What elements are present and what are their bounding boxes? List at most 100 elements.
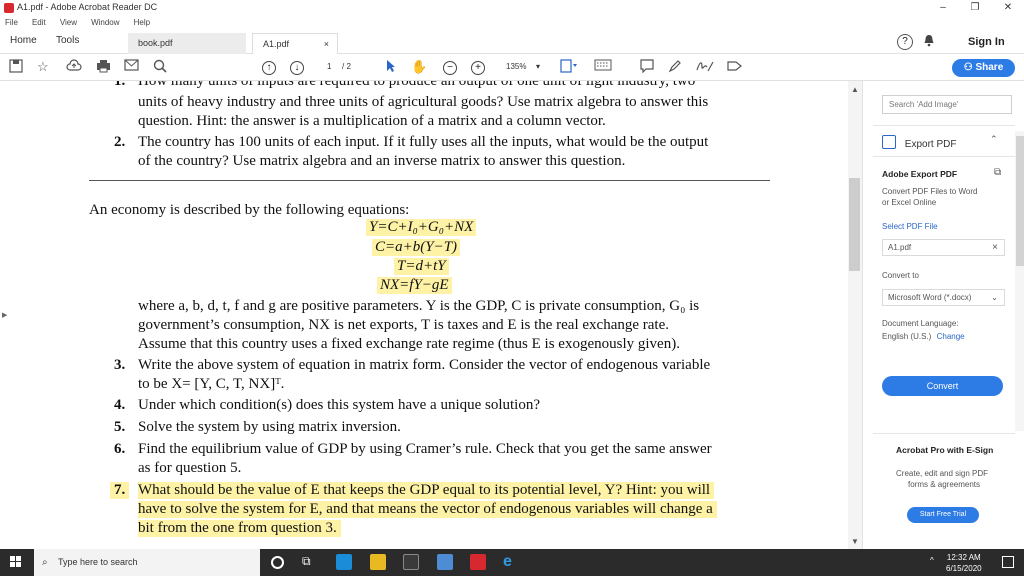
help-icon[interactable]: ? — [897, 34, 913, 50]
scroll-down-icon[interactable]: ▼ — [851, 537, 859, 546]
convert-to-label: Convert to — [882, 271, 919, 280]
task-view-icon[interactable]: ⧉ — [302, 554, 318, 570]
acrobat-app-icon — [4, 3, 14, 13]
email-icon[interactable] — [124, 59, 139, 74]
doc-line: of the country? Use matrix algebra and a… — [138, 153, 626, 169]
tab-book-pdf[interactable]: book.pdf — [128, 33, 246, 54]
find-search-icon[interactable] — [153, 59, 167, 76]
close-window-button[interactable]: ✕ — [993, 0, 1023, 16]
zoom-in-icon[interactable]: + — [471, 61, 485, 75]
selected-file: A1.pdf — [888, 243, 912, 252]
tab-label: A1.pdf — [263, 39, 290, 49]
document-scrollbar[interactable]: ▲ ▼ — [848, 81, 862, 549]
convert-button[interactable]: Convert — [882, 376, 1003, 396]
notification-bell-icon[interactable] — [923, 34, 935, 50]
menu-bar: File Edit View Window Help — [0, 16, 1024, 30]
item-number: 7. — [110, 482, 130, 499]
change-language-link[interactable]: Change — [937, 332, 965, 341]
tools-sidebar: Search 'Add Image' Export PDF ⌃ Adobe Ex… — [862, 81, 1024, 549]
highlight-pen-icon[interactable] — [668, 59, 682, 76]
menu-edit[interactable]: Edit — [32, 16, 46, 30]
left-collapse-arrow-icon[interactable]: ▶ — [2, 311, 7, 319]
collapse-chevron-icon[interactable]: ⌃ — [990, 134, 998, 145]
format-select[interactable]: Microsoft Word (*.docx) ⌄ — [882, 289, 1005, 306]
menu-window[interactable]: Window — [91, 16, 119, 30]
cortana-icon[interactable] — [271, 556, 284, 569]
comment-icon[interactable] — [640, 59, 654, 76]
tray-expand-icon[interactable]: ^ — [930, 556, 934, 565]
edge-browser-icon[interactable]: e — [503, 554, 519, 570]
minimize-button[interactable]: – — [928, 0, 958, 16]
store-icon[interactable] — [403, 554, 419, 570]
zoom-out-icon[interactable]: − — [443, 61, 457, 75]
clock[interactable]: 12:32 AM 6/15/2020 — [946, 552, 982, 574]
close-tab-icon[interactable]: × — [324, 34, 329, 54]
format-value: Microsoft Word (*.docx) — [888, 293, 972, 302]
more-tools-icon[interactable] — [726, 59, 742, 76]
para-line: Assume that this country uses a fixed ex… — [138, 336, 680, 352]
item-line: to be X= [Y, C, T, NX]ᵀ. — [138, 376, 285, 392]
doc-line: units of heavy industry and three units … — [138, 94, 709, 110]
remove-file-icon[interactable]: × — [992, 240, 998, 255]
pinned-app-icon[interactable] — [437, 554, 453, 570]
doc-language: English (U.S.) — [882, 332, 932, 341]
selected-file-field[interactable]: A1.pdf × — [882, 239, 1005, 256]
taskbar-search-placeholder: Type here to search — [58, 557, 138, 567]
select-pdf-label[interactable]: Select PDF File — [882, 222, 938, 231]
pro-desc: forms & agreements — [908, 480, 981, 489]
sidebar-scrollbar[interactable] — [1015, 131, 1024, 431]
zoom-level[interactable]: 135% — [506, 62, 526, 71]
scroll-up-icon[interactable]: ▲ — [851, 85, 859, 94]
print-icon[interactable] — [96, 59, 111, 76]
upload-cloud-icon[interactable] — [66, 59, 82, 76]
zoom-dropdown-icon[interactable]: ▾ — [536, 62, 540, 71]
keyboard-icon[interactable] — [594, 59, 612, 74]
item-line: Find the equilibrium value of GDP by usi… — [138, 441, 712, 457]
pro-desc: Create, edit and sign PDF — [896, 469, 989, 478]
tab-tools[interactable]: Tools — [56, 35, 79, 46]
file-explorer-icon[interactable] — [370, 554, 386, 570]
export-pdf-icon — [882, 135, 896, 149]
select-cursor-icon[interactable] — [386, 59, 396, 76]
menu-file[interactable]: File — [5, 16, 18, 30]
mail-app-icon[interactable] — [336, 554, 352, 570]
page-fit-icon[interactable] — [560, 59, 578, 76]
menu-help[interactable]: Help — [134, 16, 150, 30]
tab-label: book.pdf — [138, 38, 173, 48]
share-button[interactable]: ⚇ Share — [952, 59, 1015, 77]
menu-view[interactable]: View — [60, 16, 77, 30]
page-number-input[interactable]: 1 — [327, 62, 331, 71]
toolbar: ☆ ↑ ↓ 1 / 2 ✋ − + 135% ▾ — [0, 55, 1024, 81]
acrobat-taskbar-icon[interactable] — [470, 554, 486, 570]
item-number: 1. — [114, 81, 126, 89]
share-label: Share — [975, 62, 1004, 73]
tab-bar: Home Tools book.pdf A1.pdf × — [0, 30, 1024, 54]
save-icon[interactable] — [9, 59, 23, 76]
bookmark-star-icon[interactable]: ☆ — [37, 59, 49, 75]
time: 12:32 AM — [946, 553, 981, 562]
taskbar-search-input[interactable]: ⌕ Type here to search — [34, 549, 260, 576]
panel-desc: Convert PDF Files to Word — [882, 187, 978, 196]
item-line: Under which condition(s) does this syste… — [138, 397, 541, 413]
doc-line: The country has 100 units of each input.… — [138, 134, 709, 150]
previous-page-icon[interactable]: ↑ — [262, 61, 276, 75]
export-pdf-header[interactable]: Export PDF — [882, 133, 956, 150]
item-line: as for question 5. — [138, 460, 242, 476]
next-page-icon[interactable]: ↓ — [290, 61, 304, 75]
equation-4: NX=fY−gE — [377, 277, 452, 294]
action-center-icon[interactable] — [1002, 556, 1014, 568]
copy-icon[interactable]: ⧉ — [994, 167, 1001, 178]
hand-tool-icon[interactable]: ✋ — [411, 59, 427, 75]
start-trial-button[interactable]: Start Free Trial — [907, 507, 979, 523]
windows-start-icon[interactable] — [10, 556, 22, 568]
item-number: 2. — [114, 134, 126, 150]
tab-a1-pdf[interactable]: A1.pdf × — [252, 33, 338, 54]
scroll-thumb[interactable] — [849, 178, 860, 271]
sidebar-scroll-thumb[interactable] — [1016, 136, 1024, 266]
sign-icon[interactable] — [696, 59, 714, 76]
maximize-button[interactable]: ❐ — [960, 0, 990, 16]
tab-home[interactable]: Home — [10, 35, 37, 46]
document-viewer[interactable]: 1. How many units of inputs are required… — [0, 81, 862, 549]
sign-in-button[interactable]: Sign In — [968, 36, 1005, 48]
sidebar-search-input[interactable]: Search 'Add Image' — [882, 95, 1012, 114]
